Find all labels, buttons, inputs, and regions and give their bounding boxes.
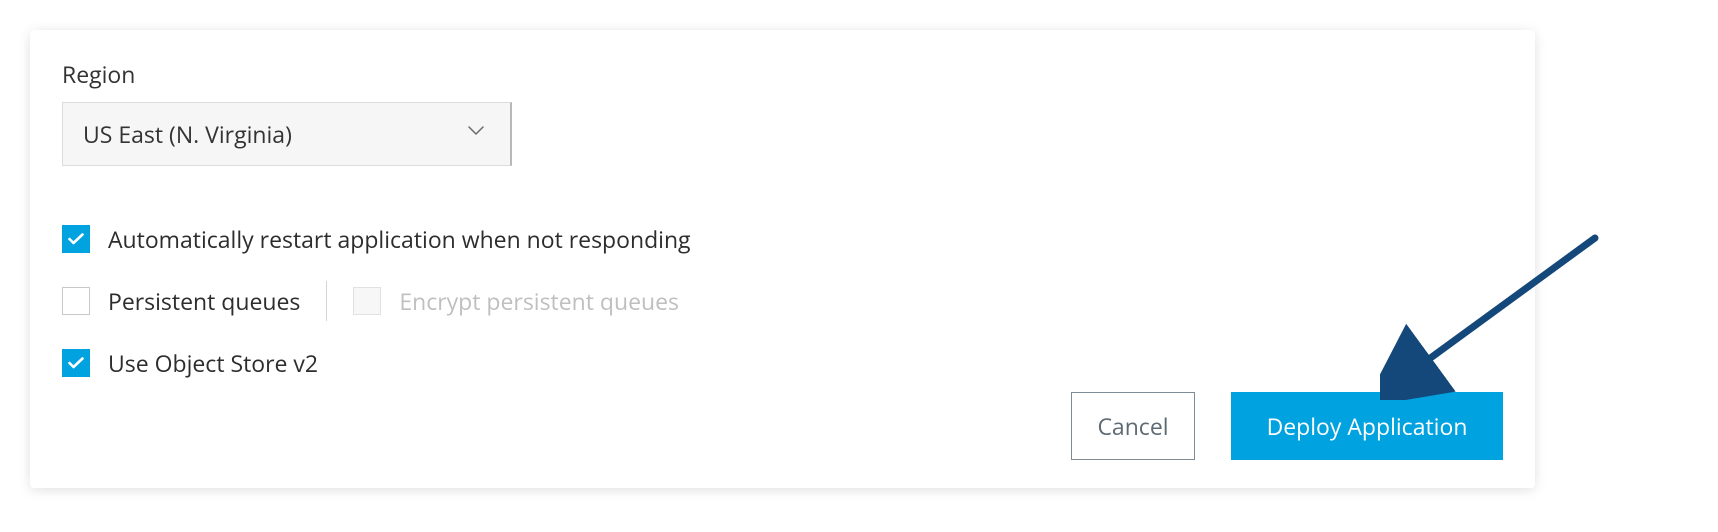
footer-buttons: Cancel Deploy Application	[1071, 392, 1503, 460]
auto-restart-checkbox[interactable]	[62, 225, 90, 253]
object-store-checkbox[interactable]	[62, 349, 90, 377]
persistent-queues-checkbox[interactable]	[62, 287, 90, 315]
encrypt-persistent-queues-label: Encrypt persistent queues	[399, 285, 679, 317]
persistent-queues-row: Persistent queues Encrypt persistent que…	[62, 284, 1503, 318]
deployment-form-panel: Region US East (N. Virginia) Automatical…	[30, 30, 1535, 488]
object-store-row: Use Object Store v2	[62, 346, 1503, 380]
encrypt-persistent-queues-checkbox	[353, 287, 381, 315]
divider	[326, 281, 327, 321]
region-selected-value: US East (N. Virginia)	[83, 118, 292, 150]
persistent-queues-label: Persistent queues	[108, 285, 300, 317]
auto-restart-label: Automatically restart application when n…	[108, 223, 691, 255]
region-select[interactable]: US East (N. Virginia)	[62, 102, 512, 166]
object-store-label: Use Object Store v2	[108, 347, 318, 379]
deploy-application-button[interactable]: Deploy Application	[1231, 392, 1503, 460]
auto-restart-row: Automatically restart application when n…	[62, 222, 1503, 256]
options-group: Automatically restart application when n…	[62, 222, 1503, 380]
region-label: Region	[62, 58, 1503, 90]
cancel-button[interactable]: Cancel	[1071, 392, 1195, 460]
chevron-down-icon	[468, 126, 484, 142]
